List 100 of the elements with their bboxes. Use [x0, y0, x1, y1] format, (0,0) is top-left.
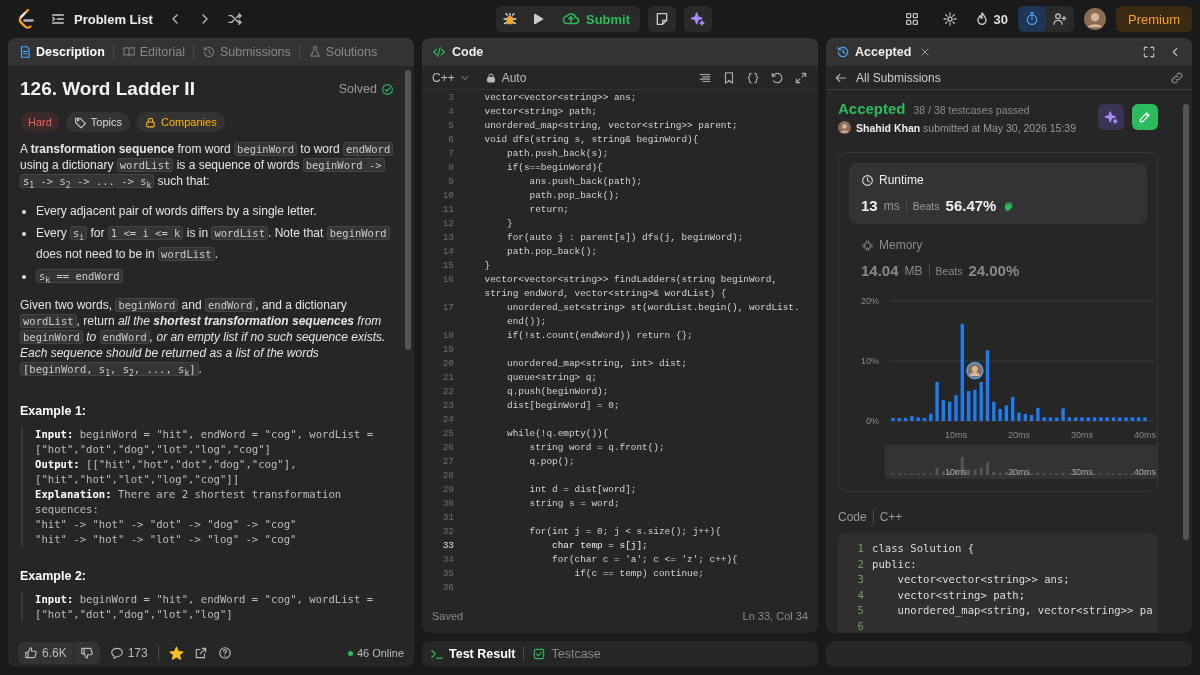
tab[interactable]: Editorial [121, 45, 185, 59]
chart-bar [1017, 412, 1021, 421]
help-button[interactable] [217, 646, 232, 660]
example-line: "hit" -> "hot" -> "lot" -> "log" -> "cog" [35, 532, 298, 548]
chip-icon [861, 238, 874, 252]
code-line: path.pop_back(); [528, 189, 620, 203]
assistant-button[interactable] [684, 6, 713, 32]
line-number: 10 [441, 189, 454, 203]
clock-icon [861, 173, 874, 187]
comments-button[interactable]: 173 [109, 646, 148, 660]
tab[interactable]: Testcase [532, 647, 601, 661]
line-number: 23 [441, 399, 454, 413]
logo-icon[interactable] [16, 8, 36, 30]
thumbs-up-icon [24, 646, 38, 660]
axis-label: 10ms [945, 430, 967, 440]
fullscreen-button[interactable] [1142, 45, 1156, 59]
premium-button[interactable]: Premium [1116, 6, 1192, 32]
code-line: ans.push_back(path); [528, 175, 643, 189]
line-number: 36 [441, 581, 454, 595]
code-line: string s = word; [528, 497, 620, 511]
sparkle-icon [1103, 109, 1119, 125]
scrollbar[interactable] [1183, 104, 1189, 540]
metric-value: 13 [861, 197, 878, 214]
bookmark-button[interactable] [722, 70, 736, 85]
example-heading: Example 2: [20, 569, 87, 584]
range-navigator[interactable] [885, 445, 1157, 479]
line-number: 24 [441, 413, 454, 427]
document-icon [18, 45, 32, 59]
code-line: q.pop(); [528, 455, 575, 469]
line-number: 21 [441, 371, 454, 385]
tab[interactable]: Test Result [430, 647, 516, 661]
notes-button[interactable] [648, 6, 677, 32]
axis-label: 10% [861, 356, 879, 366]
analyze-button[interactable] [1098, 104, 1124, 130]
code-line: } [483, 259, 491, 273]
terminal-icon [430, 647, 444, 661]
metric-label: Runtime [861, 173, 924, 187]
chart-bar [992, 401, 996, 421]
code-line: vector<vector<string>> ans; [483, 91, 637, 105]
lock-icon [484, 71, 497, 84]
avatar-marker [966, 361, 984, 380]
line-number: 6 [856, 618, 864, 633]
timer-icon [1024, 11, 1040, 27]
chart-bar [1092, 417, 1097, 421]
share-button[interactable] [193, 646, 208, 660]
metric-value: 14.04 [861, 262, 899, 279]
shuffle-button[interactable] [226, 11, 243, 27]
history-icon [201, 45, 216, 59]
all-submissions-link[interactable]: All Submissions [834, 70, 941, 85]
flask-icon [307, 45, 322, 59]
line-number: 27 [441, 455, 454, 469]
chart-bar [1023, 413, 1027, 421]
code-line: path.push_back(s); [506, 147, 609, 161]
language-select[interactable]: C++ [432, 70, 471, 85]
line-number: 3 [447, 91, 454, 105]
expand-button[interactable] [794, 70, 808, 85]
copy-link-button[interactable] [1170, 70, 1184, 85]
metric-card[interactable]: Runtime 13 ms Beats 56.47% [849, 163, 1147, 224]
chart-bar [1111, 417, 1116, 421]
star-icon [168, 645, 184, 661]
code-language: C++ [879, 510, 903, 524]
tab[interactable]: Description [18, 45, 105, 59]
line-number: 2 [856, 556, 864, 572]
bookmark-icon [722, 70, 736, 85]
reset-button[interactable] [770, 70, 784, 85]
code-line: int d = dist[word]; [528, 483, 637, 497]
line-number: 22 [441, 385, 454, 399]
line-number: 5 [856, 603, 864, 618]
scrollbar[interactable] [405, 70, 411, 350]
topics-tag[interactable]: Topics [65, 112, 131, 132]
chart-bar [1099, 417, 1103, 421]
metric-card[interactable]: Memory 14.04 MB Beats 24.00% [849, 228, 1147, 289]
braces-button[interactable] [746, 70, 760, 85]
tab[interactable]: Solutions [307, 45, 378, 59]
companies-tag[interactable]: Companies [136, 112, 225, 132]
code-line: return; [528, 203, 569, 217]
code-line: for(auto j : parent[s]) dfs(j, beginWord); [506, 231, 744, 245]
line-number: 9 [447, 175, 454, 189]
streak-counter[interactable]: 30 [973, 11, 1008, 27]
difficulty-tag: Hard [20, 112, 60, 132]
line-number: 20 [441, 357, 454, 371]
bullet-dot [22, 275, 26, 280]
line-number: 30 [441, 497, 454, 511]
timer-button[interactable] [1018, 6, 1046, 32]
code-line: char temp = s[j]; [551, 539, 648, 553]
verdict: Accepted [838, 100, 906, 117]
line-number: 15 [441, 259, 454, 273]
problem-list-button[interactable]: Problem List [50, 11, 153, 27]
code-line: for(int j = 0; j < s.size(); j++){ [528, 525, 721, 539]
chart-bar [1086, 417, 1090, 421]
example-line: Input: beginWord = "hit", endWord = "cog", wordList = [35, 592, 375, 608]
code-line: string word = q.front(); [528, 441, 665, 455]
edit-button[interactable] [1132, 104, 1158, 130]
book-icon [121, 45, 136, 59]
tab[interactable]: Submissions [201, 45, 291, 59]
thumbs-down-icon [79, 646, 94, 660]
line-number: 13 [441, 231, 454, 245]
metric-unit: ms [883, 198, 900, 213]
favorite-button[interactable] [168, 645, 184, 661]
chart-bar [1137, 417, 1141, 421]
